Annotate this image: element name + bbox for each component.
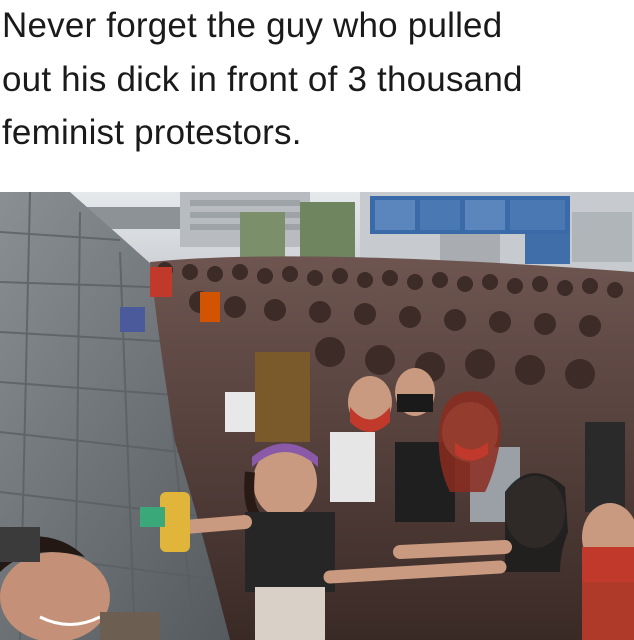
photo-illustration — [0, 192, 634, 640]
bandana-protester — [395, 368, 435, 416]
caption-line-3: feminist protestors. — [2, 113, 302, 152]
red-mask-protester — [348, 376, 392, 432]
crowd-mass — [150, 256, 634, 640]
crowd-protest-photo — [0, 192, 634, 640]
caption-line-2: out his dick in front of 3 thousand — [2, 60, 523, 99]
far-right-protester — [582, 503, 634, 640]
caption-line-1: Never forget the guy who pulled — [2, 6, 503, 45]
meme-caption: Never forget the guy who pulled out his … — [0, 0, 634, 192]
